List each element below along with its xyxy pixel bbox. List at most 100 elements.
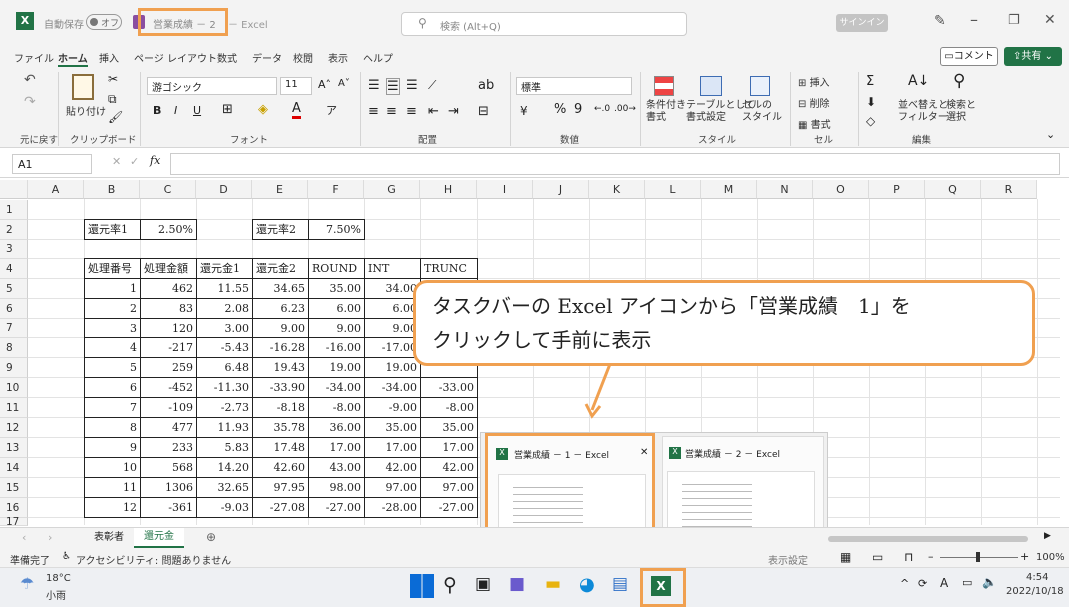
edge-icon[interactable]: ◕ — [579, 574, 603, 598]
zoom-in-icon[interactable]: + — [1020, 550, 1029, 563]
align-bottom-icon[interactable]: ☰ — [406, 78, 418, 93]
row-header[interactable]: 6 — [0, 299, 28, 319]
cell[interactable]: 11.93 — [196, 417, 253, 438]
signin-button[interactable]: サインイン — [836, 14, 888, 32]
cell[interactable]: -33.00 — [420, 377, 478, 398]
cancel-icon[interactable]: ✕ — [112, 155, 121, 168]
cell[interactable]: 2.50% — [140, 219, 197, 240]
cell[interactable]: 17.00 — [364, 437, 421, 458]
align-right-icon[interactable]: ≡ — [406, 104, 417, 119]
row-header[interactable]: 16 — [0, 498, 28, 518]
cell[interactable]: 83 — [140, 298, 197, 319]
column-header[interactable]: L — [645, 180, 701, 199]
cell[interactable]: 120 — [140, 318, 197, 338]
font-name-select[interactable]: 游ゴシック — [147, 77, 277, 95]
increase-decimal-icon[interactable]: ←.0 — [594, 104, 610, 114]
increase-font-icon[interactable]: A˄ — [318, 78, 331, 91]
indent-decrease-icon[interactable]: ⇤ — [428, 104, 439, 119]
comment-button[interactable]: ▭コメント — [940, 47, 998, 66]
normal-view-icon[interactable]: ▦ — [840, 550, 851, 564]
column-header[interactable]: C — [140, 180, 196, 199]
cut-icon[interactable]: ✂ — [108, 72, 118, 86]
row-header[interactable]: 1 — [0, 200, 28, 220]
taskbar-search-icon[interactable]: ⚲ — [443, 574, 467, 598]
cell[interactable]: 259 — [140, 357, 197, 378]
tab-help[interactable]: ヘルプ — [363, 50, 393, 65]
sync-icon[interactable]: ⟳ — [918, 577, 927, 590]
cell[interactable]: 11.55 — [196, 278, 253, 299]
cell[interactable]: 5 — [84, 357, 141, 378]
column-header[interactable]: H — [420, 180, 477, 199]
tab-insert[interactable]: 挿入 — [99, 50, 119, 65]
orientation-icon[interactable]: ⟋ — [428, 78, 436, 93]
cell[interactable]: -109 — [140, 397, 197, 418]
row-header[interactable]: 7 — [0, 319, 28, 338]
sheet-tab-awards[interactable]: 表彰者 — [84, 529, 134, 547]
cell[interactable]: 42.60 — [252, 457, 309, 478]
find-select-button[interactable]: 検索と 選択 — [946, 100, 976, 124]
cell[interactable]: -16.28 — [252, 337, 309, 358]
copy-icon[interactable]: ⧉ — [108, 92, 117, 107]
tray-chevron-icon[interactable]: ^ — [900, 577, 909, 590]
tab-home[interactable]: ホーム — [58, 50, 88, 67]
row-header[interactable]: 12 — [0, 418, 28, 438]
cell[interactable]: -28.00 — [364, 497, 421, 518]
cell[interactable]: 1306 — [140, 477, 197, 498]
column-header[interactable]: Q — [925, 180, 981, 199]
clock-time[interactable]: 4:54 — [1026, 572, 1048, 583]
autosum-icon[interactable]: Σ — [866, 74, 874, 89]
file-explorer-icon[interactable]: ▬ — [545, 574, 569, 598]
pen-icon[interactable]: ✎ — [934, 13, 946, 29]
cell[interactable]: 97.95 — [252, 477, 309, 498]
column-header[interactable]: E — [252, 180, 308, 199]
row-header[interactable]: 2 — [0, 220, 28, 240]
cell[interactable]: -34.00 — [364, 377, 421, 398]
cell[interactable]: -452 — [140, 377, 197, 398]
percent-button[interactable]: % — [554, 102, 566, 117]
cell[interactable]: 36.00 — [308, 417, 365, 438]
sheet-prev-icon[interactable]: ‹ — [22, 531, 26, 544]
cell[interactable]: 還元金2 — [252, 258, 309, 279]
accessibility-status[interactable]: アクセシビリティ: 問題ありません — [76, 552, 231, 567]
column-header[interactable]: F — [308, 180, 364, 199]
cell[interactable]: 10 — [84, 457, 141, 478]
cell[interactable]: 2 — [84, 298, 141, 319]
cell[interactable]: 42.00 — [364, 457, 421, 478]
cell[interactable]: 2.08 — [196, 298, 253, 319]
sheet-tab-rebate[interactable]: 還元金 — [134, 528, 184, 548]
add-sheet-icon[interactable]: ⊕ — [206, 530, 216, 544]
weather-desc[interactable]: 小雨 — [46, 587, 66, 602]
decrease-font-icon[interactable]: A˅ — [338, 78, 350, 89]
bold-button[interactable]: B — [153, 104, 161, 117]
clock-date[interactable]: 2022/10/18 — [1006, 586, 1064, 597]
column-header[interactable]: A — [28, 180, 84, 199]
row-header[interactable]: 17 — [0, 517, 28, 527]
cell[interactable]: 7 — [84, 397, 141, 418]
row-header[interactable]: 15 — [0, 478, 28, 498]
zoom-out-icon[interactable]: – — [928, 550, 934, 563]
network-icon[interactable]: ▭ — [962, 576, 972, 589]
row-header[interactable]: 4 — [0, 259, 28, 279]
insert-cells-button[interactable]: ⊞ 挿入 — [798, 74, 830, 89]
column-header[interactable]: M — [701, 180, 757, 199]
cell[interactable]: 98.00 — [308, 477, 365, 498]
cell[interactable]: 42.00 — [420, 457, 478, 478]
cell[interactable]: ROUND — [308, 258, 365, 279]
column-header[interactable]: B — [84, 180, 140, 199]
delete-cells-button[interactable]: ⊟ 削除 — [798, 95, 830, 110]
border-icon[interactable]: ⊞ — [222, 102, 233, 117]
number-format-select[interactable]: 標準 — [516, 77, 632, 95]
cell[interactable]: 12 — [84, 497, 141, 518]
cell[interactable]: -11.30 — [196, 377, 253, 398]
tab-file[interactable]: ファイル — [14, 50, 54, 65]
cell[interactable]: 処理番号 — [84, 258, 141, 279]
format-painter-icon[interactable]: 🖌 — [108, 110, 123, 124]
display-settings[interactable]: 表示設定 — [768, 552, 808, 567]
cell[interactable]: 5.83 — [196, 437, 253, 458]
select-all-corner[interactable] — [0, 180, 28, 199]
cell[interactable]: -9.00 — [364, 397, 421, 418]
tab-view[interactable]: 表示 — [328, 50, 348, 65]
cell[interactable]: -217 — [140, 337, 197, 358]
cell[interactable]: 17.00 — [420, 437, 478, 458]
conditional-format-button[interactable]: 条件付き 書式 — [646, 100, 686, 124]
